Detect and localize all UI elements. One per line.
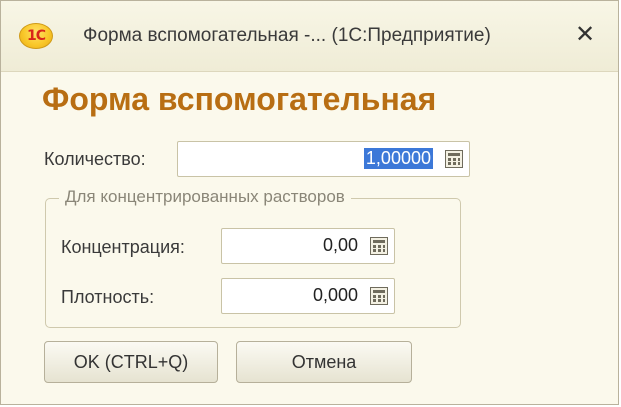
quantity-label: Количество: [44,149,146,169]
quantity-field[interactable]: 1,00000 [177,141,470,177]
concentration-label: Концентрация: [61,237,185,257]
cancel-button[interactable]: Отмена [236,341,412,383]
calculator-icon[interactable] [370,237,388,255]
title-bar[interactable]: 1С Форма вспомогательная -... (1С:Предпр… [1,1,618,72]
ok-button[interactable]: OK (CTRL+Q) [44,341,218,383]
calculator-icon[interactable] [445,150,463,168]
app-logo-icon: 1С [19,23,53,49]
concentration-value: 0,00 [322,235,358,255]
group-title: Для концентрированных растворов [59,187,351,207]
density-field[interactable]: 0,000 [221,278,395,314]
logo-text: 1С [26,28,46,44]
concentration-field[interactable]: 0,00 [221,228,395,264]
calculator-icon[interactable] [370,287,388,305]
form-heading: Форма вспомогательная [42,81,437,117]
window-title: Форма вспомогательная -... (1С:Предприят… [83,25,491,46]
close-icon[interactable]: ✕ [570,19,600,49]
density-label: Плотность: [61,287,155,307]
quantity-value: 1,00000 [363,148,433,169]
dialog-window: 1С Форма вспомогательная -... (1С:Предпр… [0,0,619,405]
density-value: 0,000 [312,285,358,305]
